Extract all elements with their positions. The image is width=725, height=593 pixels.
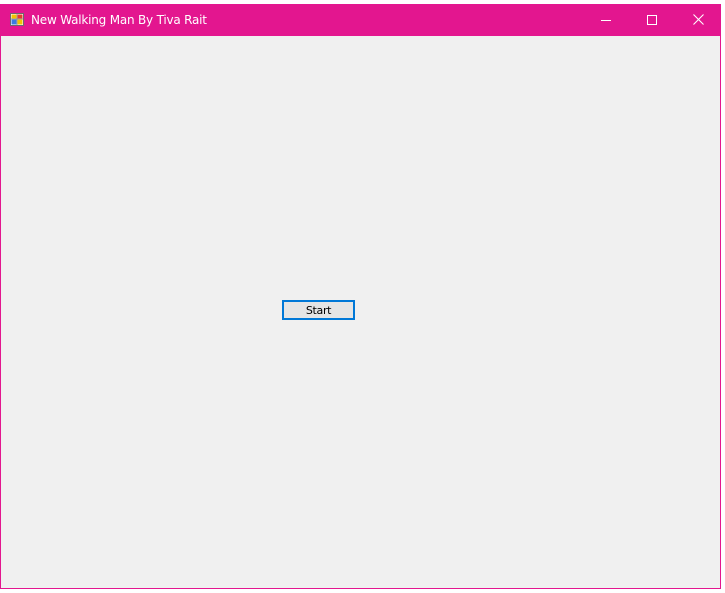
maximize-icon [647, 12, 657, 30]
form-client-area: Start [1, 36, 720, 588]
close-icon [692, 12, 704, 30]
windows-form-icon [10, 13, 24, 26]
maximize-button[interactable] [629, 5, 675, 36]
window-title: New Walking Man By Tiva Rait [31, 13, 207, 27]
app-window: New Walking Man By Tiva Rait Start [0, 4, 721, 589]
start-button[interactable]: Start [282, 300, 355, 320]
close-button[interactable] [675, 5, 721, 36]
minimize-icon [601, 12, 611, 30]
title-bar[interactable]: New Walking Man By Tiva Rait [1, 5, 720, 36]
minimize-button[interactable] [583, 5, 629, 36]
